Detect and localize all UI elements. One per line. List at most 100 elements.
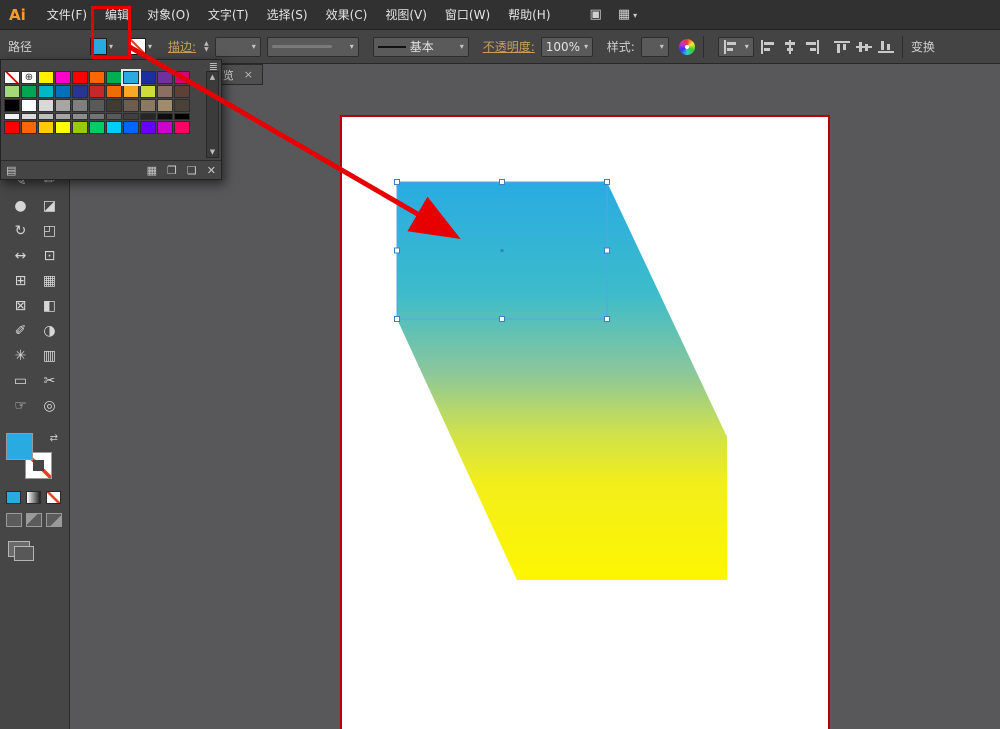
menu-item-1[interactable]: 编辑 [96,0,138,30]
color-swatch[interactable] [89,99,105,112]
color-swatch[interactable] [157,71,173,84]
color-swatch[interactable] [123,113,139,120]
color-swatch[interactable] [72,121,88,134]
none-button[interactable] [46,491,61,504]
artboard[interactable] [340,115,830,729]
show-swatch-kinds-icon[interactable]: ▦ [147,164,157,177]
menu-item-4[interactable]: 选择(S) [258,0,317,30]
swatch-selected[interactable] [121,69,141,86]
menu-item-2[interactable]: 对象(O) [138,0,199,30]
stroke-color-control[interactable]: ▾ [129,38,152,55]
color-swatch[interactable] [21,99,37,112]
eraser-tool[interactable]: ◪ [35,193,64,218]
brush-definition-select[interactable]: 基本 ▾ [372,36,469,57]
menu-item-8[interactable]: 帮助(H) [499,0,559,30]
color-swatch[interactable] [106,71,122,84]
menu-item-3[interactable]: 文字(T) [199,0,258,30]
color-swatch[interactable] [38,99,54,112]
hand-tool[interactable]: ☞ [6,393,35,418]
recolor-artwork-icon[interactable] [678,38,695,55]
color-swatch[interactable] [4,121,20,134]
menu-item-6[interactable]: 视图(V) [376,0,436,30]
fill-color-swatch[interactable] [90,38,108,55]
selection-handle[interactable] [394,247,400,254]
menu-item-7[interactable]: 窗口(W) [436,0,499,30]
arrange-documents-icon[interactable]: ▦ ▾ [618,7,637,22]
selection-handle[interactable] [604,247,610,254]
color-swatch[interactable] [140,71,156,84]
color-swatch[interactable] [55,85,71,98]
selection-handle[interactable] [499,316,505,322]
color-swatch[interactable] [55,121,71,134]
color-swatch[interactable] [55,99,71,112]
fill-color-control[interactable]: ▾ [90,38,113,55]
new-swatch-icon[interactable]: ❏ [187,164,197,177]
color-swatch[interactable] [140,85,156,98]
color-swatch[interactable] [174,85,190,98]
color-swatch[interactable] [72,113,88,120]
gradient-button[interactable] [26,491,41,504]
blob-brush-tool[interactable]: ● [6,193,35,218]
color-swatch[interactable] [72,85,88,98]
mesh-tool[interactable]: ⊠ [6,293,35,318]
artboard-tool[interactable]: ▭ [6,368,35,393]
scroll-up-icon[interactable]: ▲ [210,73,215,81]
zoom-tool[interactable]: ◎ [35,393,64,418]
opacity-select[interactable]: 100% ▾ [540,36,593,57]
style-select[interactable]: ▾ [640,36,669,57]
selection-handle[interactable] [604,316,610,322]
go-to-bridge-icon[interactable]: ▣ [590,7,602,22]
blend-tool[interactable]: ◑ [35,318,64,343]
color-swatch[interactable] [157,113,173,120]
color-swatch[interactable] [157,85,173,98]
shape-builder-tool[interactable]: ⊞ [6,268,35,293]
symbol-sprayer-tool[interactable]: ✳ [6,343,35,368]
swatch-registration[interactable]: ⊕ [21,71,37,84]
delete-swatch-icon[interactable]: ✕ [207,164,216,177]
color-swatch[interactable] [4,99,20,112]
color-swatch[interactable] [89,121,105,134]
color-swatch[interactable] [21,113,37,120]
color-swatch[interactable] [157,99,173,112]
color-swatch[interactable] [174,113,190,120]
align-center-horizontal-icon[interactable] [782,39,798,54]
color-swatch[interactable] [55,71,71,84]
color-swatch[interactable] [72,99,88,112]
close-icon[interactable]: × [244,68,253,81]
stroke-weight-select[interactable]: ▾ [214,36,261,57]
rotate-tool[interactable]: ↻ [6,218,35,243]
column-graph-tool[interactable]: ▥ [35,343,64,368]
color-swatch[interactable] [106,121,122,134]
align-right-icon[interactable] [804,39,820,54]
screen-mode-button[interactable] [8,541,34,561]
align-top-icon[interactable] [833,40,850,54]
color-swatch[interactable] [38,85,54,98]
slice-tool[interactable]: ✂ [35,368,64,393]
stroke-color-swatch[interactable] [129,38,147,55]
free-transform-tool[interactable]: ⊡ [35,243,64,268]
align-center-vertical-icon[interactable] [855,40,872,54]
swatch-none[interactable] [4,71,20,84]
color-swatch[interactable] [123,99,139,112]
color-swatch[interactable] [21,121,37,134]
color-swatch[interactable] [89,71,105,84]
scale-tool[interactable]: ◰ [35,218,64,243]
opacity-label[interactable]: 不透明度: [483,38,535,55]
color-swatch[interactable] [106,113,122,120]
selection-handle[interactable] [499,179,505,185]
stroke-weight-stepper[interactable]: ▲ ▼ [204,40,209,53]
color-swatch[interactable] [106,99,122,112]
gradient-shape[interactable] [397,182,727,580]
color-swatch[interactable] [55,113,71,120]
color-swatch[interactable] [140,99,156,112]
color-swatch[interactable] [21,85,37,98]
menu-item-5[interactable]: 效果(C) [317,0,377,30]
draw-inside-button[interactable] [46,513,62,527]
align-dropdown[interactable]: ▾ [717,36,754,57]
swatch-libraries-icon[interactable]: ▤ [6,164,16,177]
menu-item-0[interactable]: 文件(F) [38,0,96,30]
color-swatch[interactable] [140,113,156,120]
color-swatch[interactable] [123,85,139,98]
selection-handle[interactable] [394,316,400,322]
transform-label[interactable]: 变换 [911,38,935,55]
